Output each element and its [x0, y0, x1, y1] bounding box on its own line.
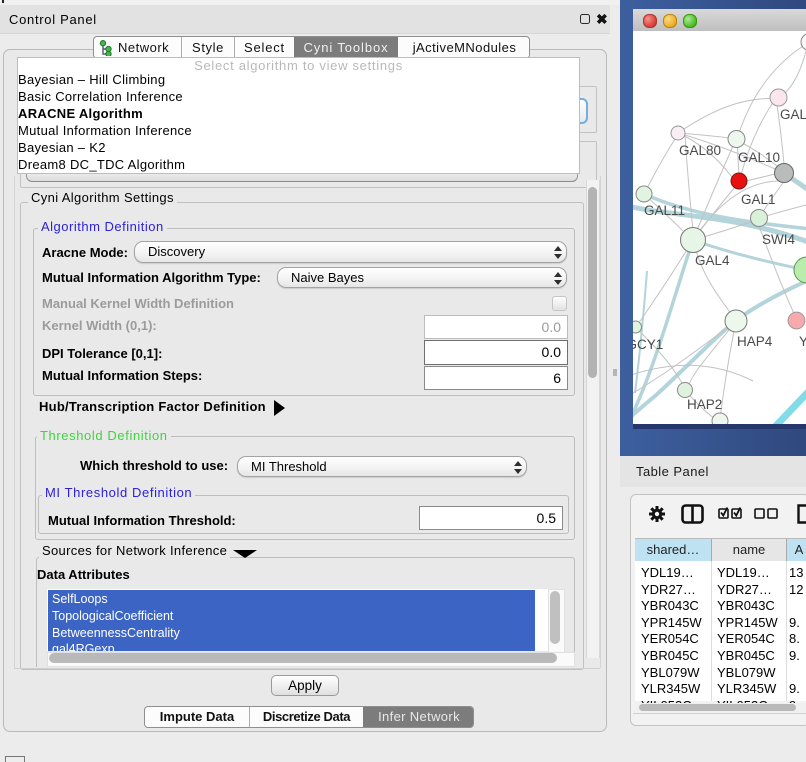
svg-text:GCY1: GCY1 — [633, 337, 663, 352]
svg-text:GAL11: GAL11 — [644, 203, 685, 218]
svg-text:GAL2: GAL2 — [780, 107, 806, 122]
svg-text:GAL1: GAL1 — [741, 192, 776, 207]
svg-text:HAP4: HAP4 — [737, 334, 773, 349]
svg-text:GAL4: GAL4 — [695, 253, 730, 268]
svg-text:SWI4: SWI4 — [762, 232, 795, 247]
svg-text:HAP2: HAP2 — [687, 397, 722, 412]
svg-text:GAL10: GAL10 — [738, 150, 780, 165]
svg-text:Y: Y — [799, 334, 806, 349]
svg-text:GAL80: GAL80 — [679, 143, 721, 158]
